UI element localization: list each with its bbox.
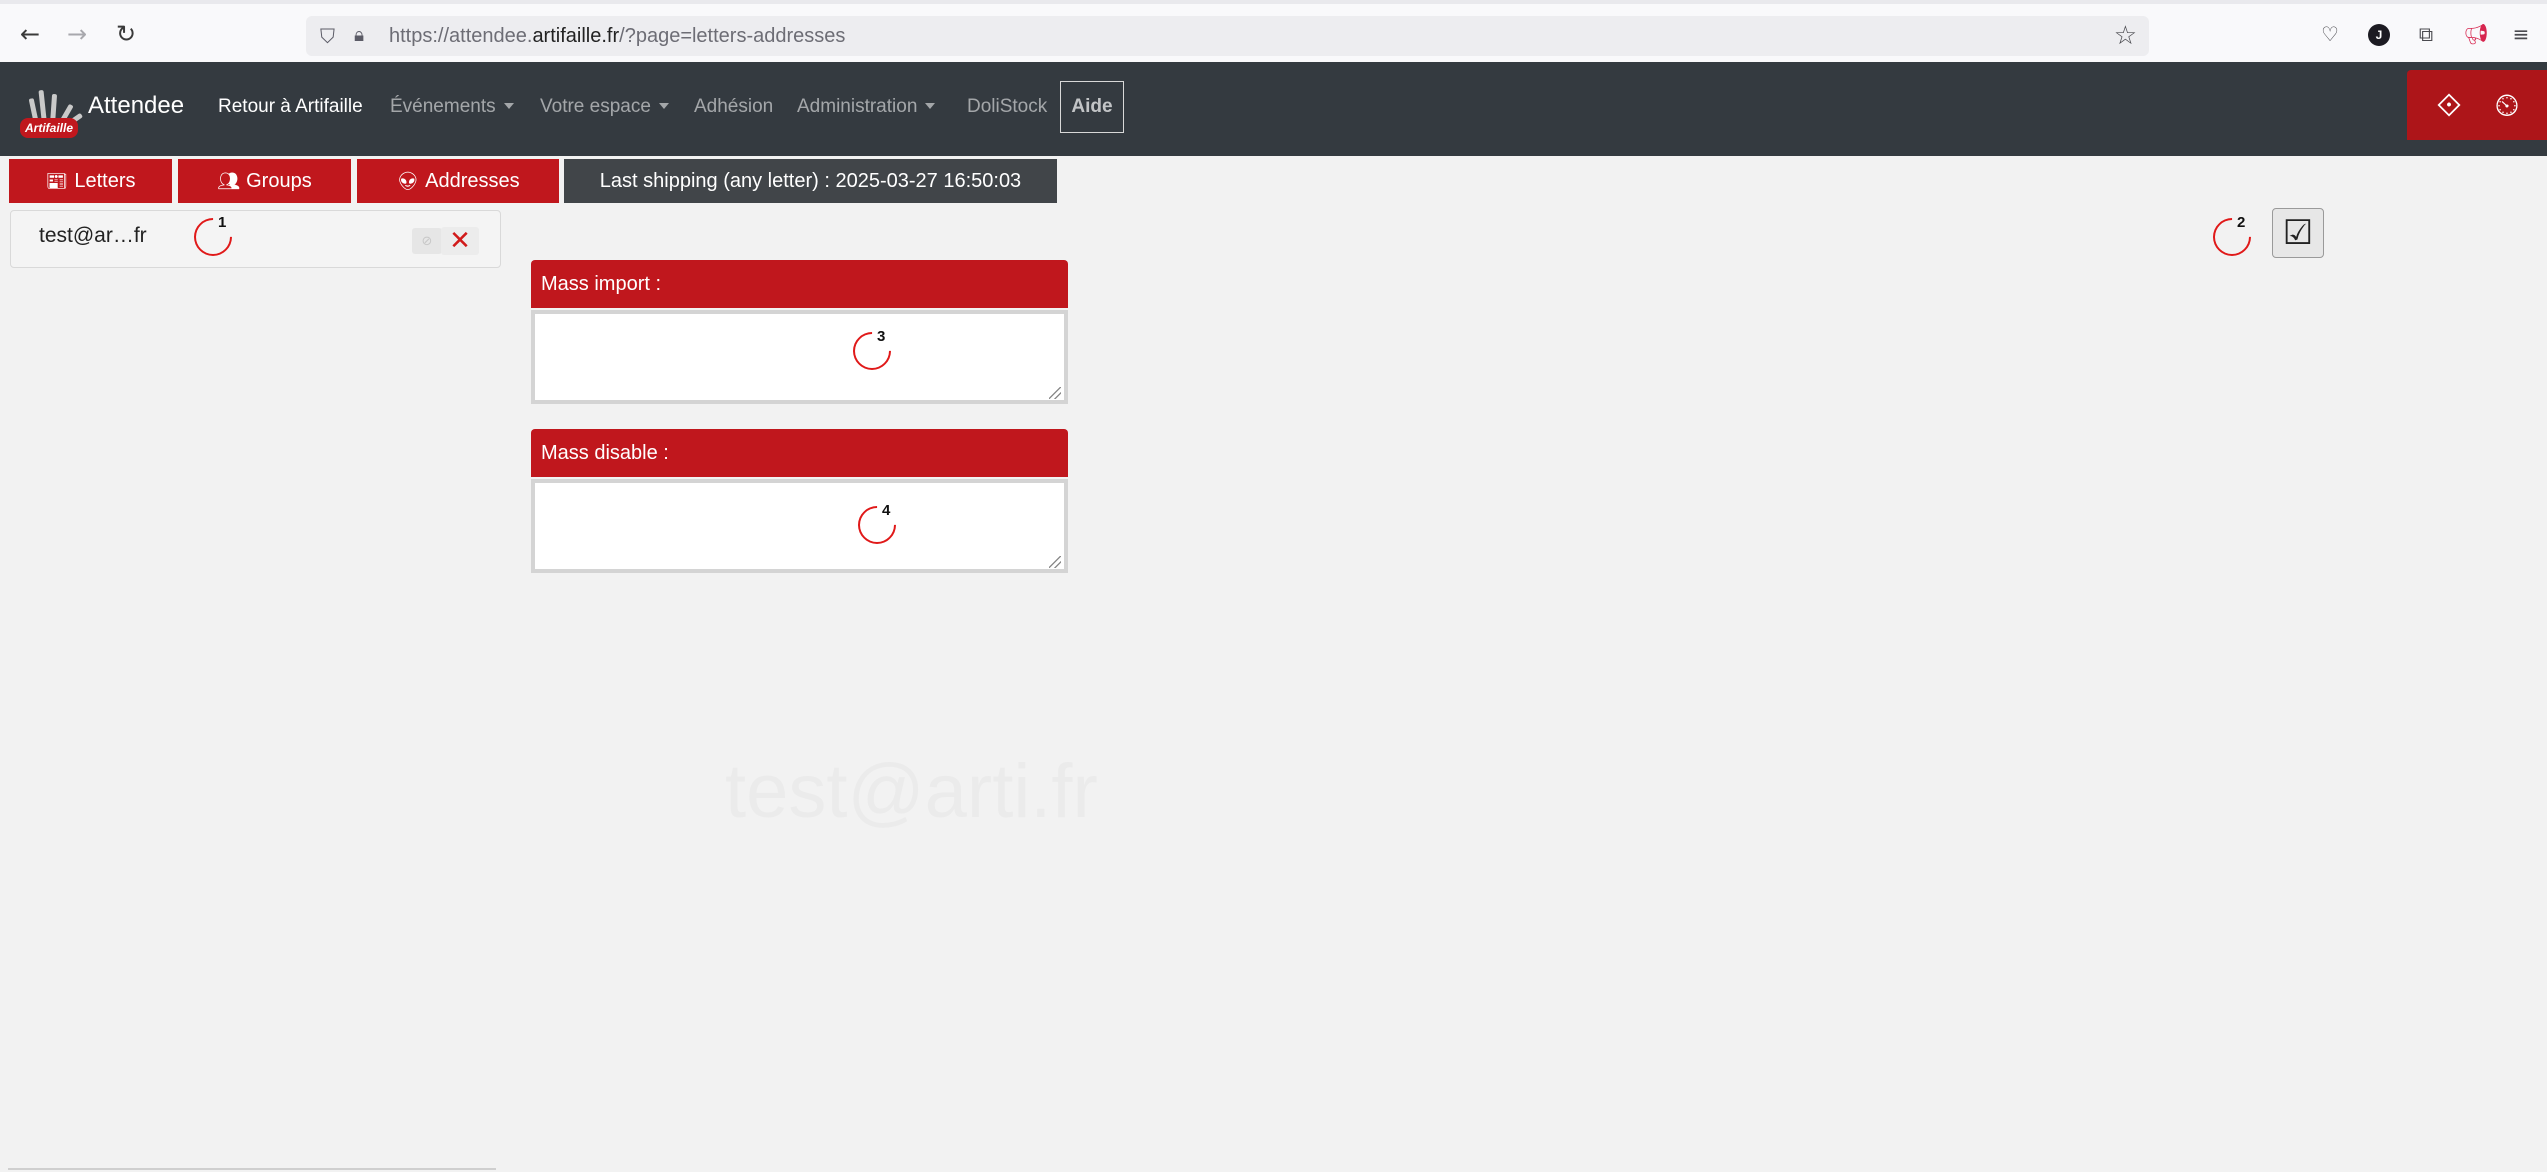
loading-spinner-3: 3: [845, 324, 899, 378]
forward-arrow-icon[interactable]: →: [63, 20, 91, 48]
address-row[interactable]: test@ar…fr ⊘ ✕: [10, 210, 501, 268]
nav-retour-artifaille[interactable]: Retour à Artifaille: [218, 96, 363, 118]
last-shipping-info: Last shipping (any letter) : 2025-03-27 …: [564, 159, 1057, 203]
bookmark-star-icon[interactable]: ☆: [2114, 21, 2137, 51]
back-arrow-icon[interactable]: ←: [16, 20, 44, 48]
tab-addresses-label: Addresses: [425, 169, 520, 192]
alien-icon: 👽︎: [396, 170, 420, 192]
shield-icon[interactable]: ⛉: [320, 24, 335, 48]
profile-initial: J: [2375, 28, 2383, 42]
logo-badge: Artifaille: [20, 118, 78, 138]
delete-x-icon[interactable]: ✕: [441, 226, 479, 256]
resize-grip-icon[interactable]: [1049, 556, 1061, 568]
tab-groups[interactable]: 👥︎ Groups: [178, 159, 351, 203]
history-timer-icon[interactable]: ⏲: [2486, 84, 2528, 126]
megaphone-icon[interactable]: 📢︎: [2462, 20, 2490, 48]
validate-checkbox-button[interactable]: ☑: [2272, 208, 2324, 258]
scroll-divider: [8, 1168, 496, 1170]
browser-toolbar: ← → ↻ ⛉ 🔒︎ https://attendee.artifaille.f…: [0, 0, 2547, 62]
email-watermark: test@arti.fr: [725, 749, 1098, 834]
chevron-down-icon: [503, 103, 514, 109]
nav-aide-button[interactable]: Aide: [1060, 81, 1124, 133]
pocket-icon[interactable]: ♡: [2316, 20, 2344, 48]
disable-toggle-icon[interactable]: ⊘: [412, 228, 442, 254]
tab-addresses[interactable]: 👽︎ Addresses: [357, 159, 559, 203]
extensions-icon[interactable]: ⧉: [2412, 20, 2440, 48]
lock-icon[interactable]: 🔒︎: [354, 24, 364, 46]
spinner-number: 2: [2237, 214, 2246, 231]
mass-import-header: Mass import :: [531, 260, 1068, 308]
nav-votre-espace[interactable]: Votre espace: [540, 96, 669, 118]
url-bar[interactable]: ⛉ 🔒︎ https://attendee.artifaille.fr/?pag…: [306, 16, 2149, 56]
tab-letters-label: Letters: [74, 169, 136, 192]
hamburger-menu-icon[interactable]: ≡: [2507, 20, 2535, 48]
loading-spinner-4: 4: [850, 498, 904, 552]
group-icon: 👥︎: [217, 170, 241, 192]
nav-evenements[interactable]: Événements: [390, 96, 514, 118]
resize-grip-icon[interactable]: [1049, 387, 1061, 399]
mass-import-textarea[interactable]: [531, 310, 1068, 404]
newspaper-icon: 📰︎: [45, 170, 69, 192]
profile-avatar[interactable]: J: [2368, 24, 2390, 46]
spinner-number: 4: [882, 502, 891, 519]
artifaille-logo[interactable]: Artifaille: [20, 82, 84, 140]
spinner-arc: [850, 498, 904, 552]
spinner-arc: [186, 210, 240, 264]
nav-dolistock[interactable]: DoliStock: [967, 96, 1047, 118]
tab-groups-label: Groups: [246, 169, 312, 192]
nav-actions: ⟐ ⏲: [2407, 70, 2547, 140]
nav-administration[interactable]: Administration: [797, 96, 936, 118]
mass-disable-header: Mass disable :: [531, 429, 1068, 477]
chevron-down-icon: [658, 103, 669, 109]
login-diamond-icon[interactable]: ⟐: [2428, 84, 2470, 126]
loading-spinner-2: 2: [2205, 210, 2259, 264]
loading-spinner-1: 1: [186, 210, 240, 264]
nav-adhesion[interactable]: Adhésion: [694, 96, 773, 118]
url-text[interactable]: https://attendee.artifaille.fr/?page=let…: [389, 25, 845, 48]
tab-letters[interactable]: 📰︎ Letters: [9, 159, 172, 203]
mass-disable-textarea[interactable]: [531, 479, 1068, 573]
app-navbar: Artifaille Attendee Retour à Artifaille …: [0, 62, 2547, 156]
brand-name[interactable]: Attendee: [88, 92, 184, 120]
spinner-arc: [845, 324, 899, 378]
spinner-arc: [2205, 210, 2259, 264]
spinner-number: 1: [218, 214, 227, 231]
reload-icon[interactable]: ↻: [112, 20, 140, 48]
chevron-down-icon: [925, 103, 936, 109]
spinner-number: 3: [877, 328, 886, 345]
address-email: test@ar…fr: [39, 224, 147, 247]
